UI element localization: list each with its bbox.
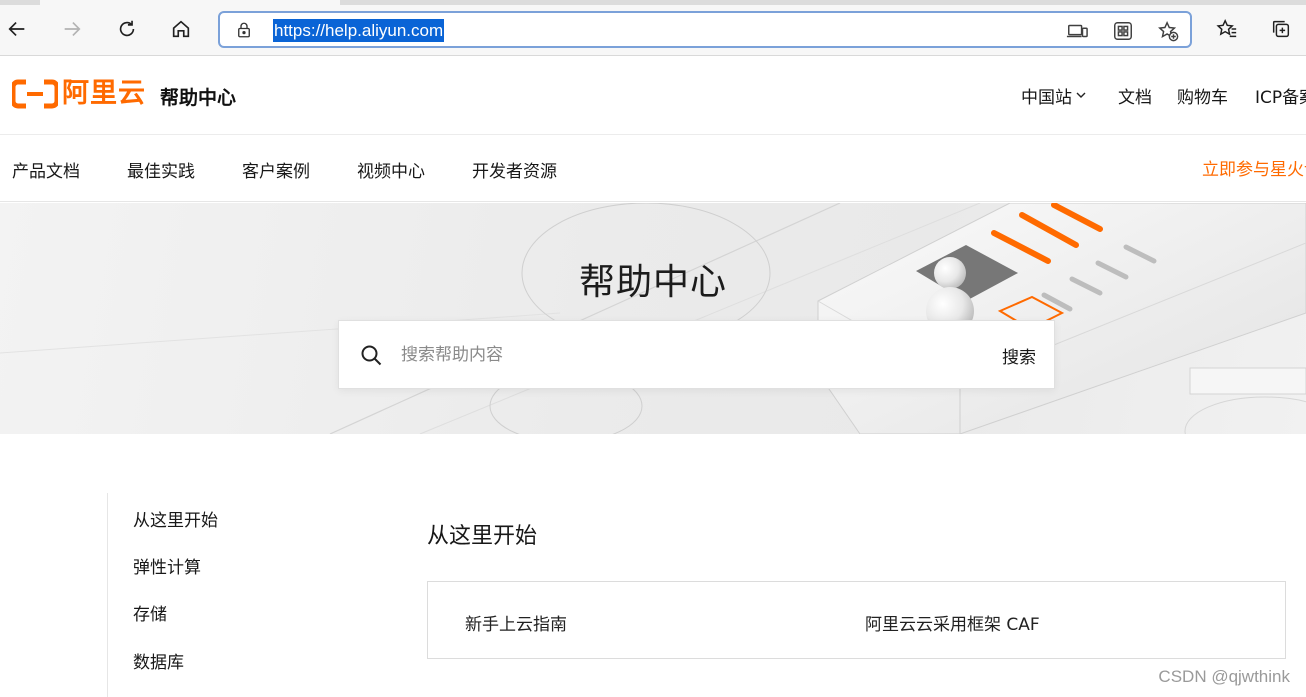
subnav-developer-resources[interactable]: 开发者资源 bbox=[472, 157, 557, 182]
sidebar-item-getting-started[interactable]: 从这里开始 bbox=[133, 506, 218, 531]
refresh-icon bbox=[119, 20, 135, 37]
card-caf[interactable]: 阿里云云采用框架 CAF bbox=[865, 610, 1040, 635]
card-beginner-guide[interactable]: 新手上云指南 bbox=[465, 610, 567, 635]
collections-icon bbox=[1272, 20, 1290, 38]
section-title: 从这里开始 bbox=[427, 524, 538, 549]
hero-illustration bbox=[0, 203, 1306, 434]
sidebar-item-database[interactable]: 数据库 bbox=[133, 648, 184, 673]
subnav-customer-cases[interactable]: 客户案例 bbox=[242, 157, 310, 182]
sidebar-item-storage[interactable]: 存储 bbox=[133, 600, 167, 625]
nav-cart[interactable]: 购物车 bbox=[1177, 83, 1228, 108]
brand-name: 阿里云 bbox=[62, 78, 146, 109]
search-button[interactable]: 搜索 bbox=[1002, 343, 1036, 368]
hero-banner: 帮助中心 搜索 bbox=[0, 203, 1306, 434]
tab-strip bbox=[0, 0, 1306, 5]
favorites-button[interactable] bbox=[1210, 12, 1244, 46]
site-header: 阿里云 帮助中心 中国站 文档 购物车 ICP备案 bbox=[0, 56, 1306, 135]
home-icon bbox=[172, 20, 190, 38]
search-icon[interactable] bbox=[359, 343, 383, 367]
home-button[interactable] bbox=[164, 12, 198, 46]
site-selector-label: 中国站 bbox=[1021, 88, 1072, 108]
refresh-button[interactable] bbox=[110, 12, 144, 46]
add-favorite-icon[interactable] bbox=[1157, 20, 1179, 42]
site-selector[interactable]: 中国站 bbox=[1021, 83, 1087, 108]
lock-icon[interactable] bbox=[235, 21, 253, 39]
active-tab[interactable] bbox=[40, 0, 340, 5]
device-icon[interactable] bbox=[1066, 20, 1088, 42]
getting-started-cards: 新手上云指南 阿里云云采用框架 CAF bbox=[427, 581, 1286, 659]
nav-icp[interactable]: ICP备案 bbox=[1255, 83, 1306, 108]
subnav-product-docs[interactable]: 产品文档 bbox=[12, 157, 80, 182]
help-center-title[interactable]: 帮助中心 bbox=[160, 83, 236, 110]
secondary-nav: 产品文档 最佳实践 客户案例 视频中心 开发者资源 立即参与星火计划 bbox=[0, 135, 1306, 202]
aliyun-logo-icon bbox=[12, 79, 58, 109]
forward-button[interactable] bbox=[55, 12, 89, 46]
address-bar[interactable]: https://help.aliyun.com bbox=[218, 11, 1192, 48]
browser-toolbar: https://help.aliyun.com bbox=[0, 0, 1306, 56]
chevron-down-icon bbox=[1076, 92, 1086, 98]
watermark: CSDN @qjwthink bbox=[1158, 667, 1290, 686]
promo-link[interactable]: 立即参与星火计划 bbox=[1202, 155, 1306, 180]
arrow-left-icon bbox=[8, 21, 25, 37]
app-grid-icon[interactable] bbox=[1112, 20, 1134, 42]
sidebar-divider bbox=[107, 493, 108, 697]
search-box: 搜索 bbox=[338, 320, 1055, 389]
search-input[interactable] bbox=[401, 339, 961, 371]
page: https://help.aliyun.com 阿里云 帮助中心 中国站 文档 … bbox=[0, 0, 1306, 697]
nav-docs[interactable]: 文档 bbox=[1118, 83, 1152, 108]
arrow-right-icon bbox=[64, 21, 81, 37]
collections-button[interactable] bbox=[1264, 12, 1298, 46]
subnav-best-practices[interactable]: 最佳实践 bbox=[127, 157, 195, 182]
url-text[interactable]: https://help.aliyun.com bbox=[273, 19, 445, 42]
aliyun-logo[interactable]: 阿里云 bbox=[12, 79, 146, 109]
subnav-video-center[interactable]: 视频中心 bbox=[357, 157, 425, 182]
hero-title: 帮助中心 bbox=[578, 262, 727, 303]
favorites-icon bbox=[1216, 18, 1237, 38]
back-button[interactable] bbox=[0, 12, 34, 46]
sidebar-item-elastic-compute[interactable]: 弹性计算 bbox=[133, 553, 201, 578]
